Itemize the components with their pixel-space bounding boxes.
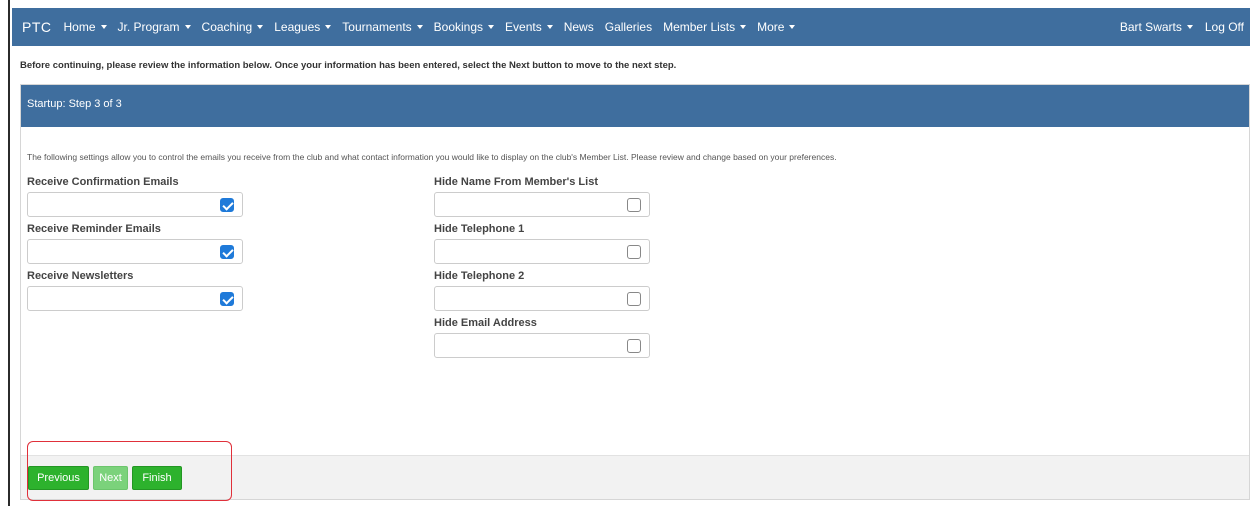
user-menu[interactable]: Bart Swarts [1120,20,1193,34]
field-receive-newsletters: Receive Newsletters [27,270,243,317]
checkbox-unchecked[interactable] [627,339,641,353]
nav-item-label: Jr. Program [117,20,180,34]
field-hide-telephone-1: Hide Telephone 1 [434,223,650,270]
field-label: Hide Email Address [434,317,537,329]
nav-item-member-lists[interactable]: Member Lists [663,20,747,34]
field-label: Receive Confirmation Emails [27,176,179,188]
checkbox-container [434,192,650,217]
nav-item-label: Leagues [274,20,321,34]
caret-down-icon [100,25,107,29]
nav-item-leagues[interactable]: Leagues [274,20,332,34]
top-navbar: PTC Home Jr. Program Coaching Leagues To… [12,8,1250,46]
nav-item-label: Home [63,20,96,34]
caret-down-icon [184,25,191,29]
caret-down-icon [740,25,747,29]
nav-item-news[interactable]: News [564,20,594,34]
nav-item-home[interactable]: Home [64,20,107,34]
nav-item-label: Tournaments [342,20,412,34]
nav-item-label: News [563,20,594,34]
checkbox-unchecked[interactable] [627,198,641,212]
nav-item-more[interactable]: More [757,20,796,34]
finish-button[interactable]: Finish [132,466,182,490]
checkbox-container [434,286,650,311]
nav-item-label: Galleries [604,20,653,34]
checkbox-container [27,239,243,264]
nav-item-label: More [757,20,785,34]
field-label: Hide Telephone 2 [434,270,525,282]
checkbox-container [434,333,650,358]
checkbox-container [27,192,243,217]
caret-down-icon [488,25,495,29]
startup-panel: Startup: Step 3 of 3 The following setti… [20,84,1250,500]
panel-description: The following settings allow you to cont… [27,152,837,162]
nav-item-tournaments[interactable]: Tournaments [342,20,423,34]
checkbox-unchecked[interactable] [627,292,641,306]
intro-text: Before continuing, please review the inf… [20,60,677,71]
field-receive-reminder-emails: Receive Reminder Emails [27,223,243,270]
field-label: Receive Reminder Emails [27,223,161,235]
nav-item-galleries[interactable]: Galleries [605,20,652,34]
privacy-settings-column: Hide Name From Member's List Hide Teleph… [434,176,650,364]
checkbox-checked[interactable] [220,198,234,212]
field-hide-telephone-2: Hide Telephone 2 [434,270,650,317]
checkbox-container [27,286,243,311]
nav-item-label: Events [505,20,542,34]
nav-item-label: Coaching [201,20,253,34]
caret-down-icon [1186,25,1193,29]
field-label: Receive Newsletters [27,270,134,282]
brand-logo[interactable]: PTC [22,19,52,35]
field-receive-confirmation-emails: Receive Confirmation Emails [27,176,243,223]
checkbox-container [434,239,650,264]
field-label: Hide Name From Member's List [434,176,598,188]
user-name: Bart Swarts [1119,20,1182,34]
page: PTC Home Jr. Program Coaching Leagues To… [12,8,1250,506]
caret-down-icon [416,25,423,29]
nav-item-events[interactable]: Events [505,20,553,34]
nav-user-area: Bart Swarts Log Off [1108,8,1244,46]
email-settings-column: Receive Confirmation Emails Receive Remi… [27,176,243,317]
nav-item-bookings[interactable]: Bookings [433,20,495,34]
caret-down-icon [789,25,796,29]
checkbox-checked[interactable] [220,245,234,259]
caret-down-icon [546,25,553,29]
nav-item-jr-program[interactable]: Jr. Program [118,20,191,34]
field-hide-name: Hide Name From Member's List [434,176,650,223]
caret-down-icon [257,25,264,29]
caret-down-icon [325,25,332,29]
logoff-link[interactable]: Log Off [1205,20,1244,34]
panel-footer: Previous Next Finish [21,455,1249,499]
checkbox-checked[interactable] [220,292,234,306]
checkbox-unchecked[interactable] [627,245,641,259]
panel-title: Startup: Step 3 of 3 [21,85,1249,127]
next-button[interactable]: Next [93,466,128,490]
nav-item-label: Member Lists [663,20,736,34]
window-edge [0,0,12,506]
field-label: Hide Telephone 1 [434,223,525,235]
previous-button[interactable]: Previous [28,466,89,490]
field-hide-email-address: Hide Email Address [434,317,650,364]
nav-item-coaching[interactable]: Coaching [202,20,264,34]
nav-item-label: Bookings [433,20,484,34]
